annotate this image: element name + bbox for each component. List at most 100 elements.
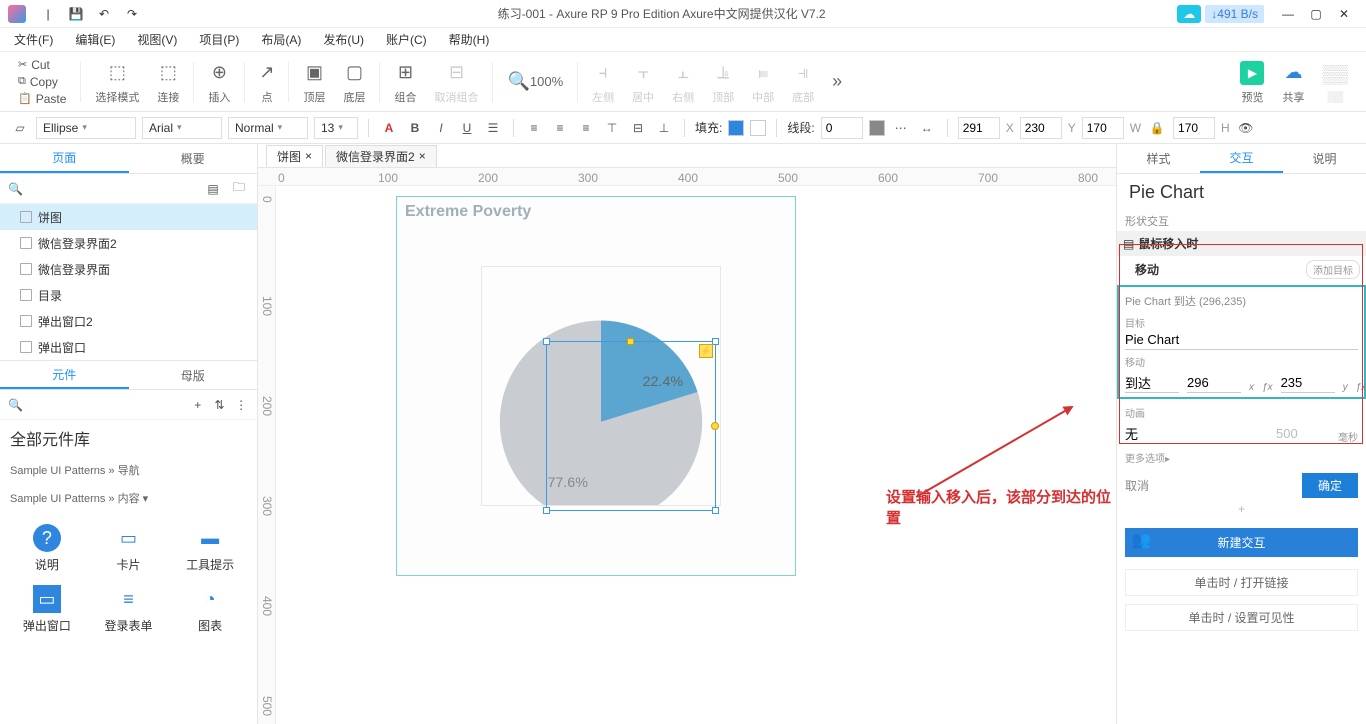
align-middle-button[interactable]: ⫢中部 (744, 59, 782, 105)
more-tools-button[interactable]: » (824, 68, 850, 96)
menu-view[interactable]: 视图(V) (133, 29, 181, 50)
cut-button[interactable]: ✂ Cut (16, 57, 68, 73)
widget-login[interactable]: ≡登录表单 (90, 581, 168, 638)
hint-click-link[interactable]: 单击时 / 打开链接 (1125, 569, 1358, 596)
anim-select[interactable] (1125, 424, 1268, 444)
save-icon[interactable]: 💾 (68, 6, 84, 22)
lib-section-1[interactable]: Sample UI Patterns » 导航 (0, 456, 257, 484)
tab-masters[interactable]: 母版 (129, 361, 258, 389)
shape-select[interactable]: Ellipse▾ (36, 117, 136, 139)
move-y-input[interactable] (1281, 373, 1335, 393)
add-target-button[interactable]: 添加目标 (1306, 260, 1360, 279)
add-folder-icon[interactable]: 🗀 (229, 179, 249, 199)
more-options-toggle[interactable]: 更多选项▸ (1125, 450, 1358, 465)
w-input[interactable] (1082, 117, 1124, 139)
add-action-icon[interactable]: + (1117, 498, 1366, 520)
visibility-icon[interactable]: 👁 (1236, 118, 1256, 138)
duration-input[interactable] (1276, 424, 1330, 444)
align-left-text[interactable]: ≡ (524, 118, 544, 138)
page-item[interactable]: 弹出窗口 (0, 334, 257, 360)
valign-bot[interactable]: ⊥ (654, 118, 674, 138)
tab-notes[interactable]: 说明 (1283, 144, 1366, 173)
bullets-button[interactable]: ☰ (483, 118, 503, 138)
widget-chart[interactable]: ◔图表 (171, 581, 249, 638)
close-icon[interactable]: ✕ (1330, 4, 1358, 24)
widget-search-input[interactable] (29, 395, 184, 415)
page-item[interactable]: 目录 (0, 282, 257, 308)
preview-button[interactable]: ▶预览 (1232, 59, 1272, 105)
lock-aspect-icon[interactable]: 🔒 (1147, 118, 1167, 138)
canvas[interactable]: Extreme Poverty 22.4% 77.6% ⚡ 设置输入 (276, 186, 1116, 724)
underline-button[interactable]: U (457, 118, 477, 138)
page-item[interactable]: 饼图 (0, 204, 257, 230)
align-right-text[interactable]: ≡ (576, 118, 596, 138)
event-mouseenter[interactable]: ▤ 鼠标移入时 (1117, 231, 1366, 256)
widget-note[interactable]: ?说明 (8, 520, 86, 577)
add-page-icon[interactable]: ▤ (203, 179, 223, 199)
menu-account[interactable]: 账户(C) (382, 29, 431, 50)
page-item[interactable]: 弹出窗口2 (0, 308, 257, 334)
align-center-button[interactable]: ⫟居中 (624, 59, 662, 105)
weight-select[interactable]: Normal▾ (228, 117, 308, 139)
tab-outline[interactable]: 概要 (129, 144, 258, 173)
connect-button[interactable]: ⬚连接 (149, 59, 187, 105)
target-select[interactable] (1125, 330, 1358, 350)
y-input[interactable] (1020, 117, 1062, 139)
select-mode-button[interactable]: ⬚选择模式 (87, 59, 147, 105)
font-select[interactable]: Arial▾ (142, 117, 222, 139)
menu-project[interactable]: 项目(P) (195, 29, 243, 50)
stroke-style[interactable]: ⋯ (891, 118, 911, 138)
page-item[interactable]: 微信登录界面 (0, 256, 257, 282)
menu-layout[interactable]: 布局(A) (257, 29, 305, 50)
group-button[interactable]: ⊞组合 (386, 59, 424, 105)
text-color-button[interactable]: A (379, 118, 399, 138)
insert-button[interactable]: ⊕插入 (200, 59, 238, 105)
tab-interactions[interactable]: 交互 (1200, 144, 1283, 173)
ok-button[interactable]: 确定 (1302, 473, 1358, 498)
align-bottom-button[interactable]: ⫣底部 (784, 59, 822, 105)
italic-button[interactable]: I (431, 118, 451, 138)
maximize-icon[interactable]: ▢ (1302, 4, 1330, 24)
library-title[interactable]: 全部元件库 (0, 420, 257, 456)
tab-style[interactable]: 样式 (1117, 144, 1200, 173)
point-button[interactable]: ↗点 (251, 59, 282, 105)
bring-front-button[interactable]: ▣顶层 (295, 59, 333, 105)
redo-icon[interactable]: ↷ (124, 6, 140, 22)
arrow-style[interactable]: ↔ (917, 118, 937, 138)
widget-card[interactable]: ▭卡片 (90, 520, 168, 577)
stroke-color[interactable] (869, 120, 885, 136)
move-type-select[interactable] (1125, 373, 1179, 393)
lib-more-icon[interactable]: ⋮ (233, 395, 249, 415)
move-x-input[interactable] (1187, 373, 1241, 393)
widget-name[interactable]: Pie Chart (1117, 174, 1366, 211)
size-select[interactable]: 13▾ (314, 117, 358, 139)
valign-top[interactable]: ⊤ (602, 118, 622, 138)
copy-button[interactable]: ⧉ Copy (16, 74, 68, 90)
doc-tab[interactable]: 微信登录界面2 × (325, 145, 437, 167)
doc-tab[interactable]: 饼图 × (266, 145, 323, 167)
new-interaction-button[interactable]: 👥新建交互 (1125, 528, 1358, 557)
zoom-control[interactable]: 🔍 100% (499, 68, 571, 96)
align-left-button[interactable]: ⫞左侧 (584, 59, 622, 105)
widget-popup[interactable]: ▭弹出窗口 (8, 581, 86, 638)
tab-pages[interactable]: 页面 (0, 144, 129, 173)
fill-color[interactable] (728, 120, 744, 136)
close-tab-icon[interactable]: × (305, 149, 312, 163)
undo-icon[interactable]: ↶ (96, 6, 112, 22)
x-input[interactable] (958, 117, 1000, 139)
menu-help[interactable]: 帮助(H) (445, 29, 494, 50)
menu-edit[interactable]: 编辑(E) (71, 29, 119, 50)
tab-widgets[interactable]: 元件 (0, 361, 129, 389)
widget-tooltip[interactable]: ▬工具提示 (171, 520, 249, 577)
fill-color-2[interactable] (750, 120, 766, 136)
align-right-button[interactable]: ⫠右侧 (664, 59, 702, 105)
h-input[interactable] (1173, 117, 1215, 139)
interaction-indicator-icon[interactable]: ⚡ (699, 344, 713, 358)
align-center-text[interactable]: ≡ (550, 118, 570, 138)
paste-button[interactable]: 📋 Paste (16, 91, 68, 107)
valign-mid[interactable]: ⊟ (628, 118, 648, 138)
align-top-button[interactable]: ⫡顶部 (704, 59, 742, 105)
close-tab-icon[interactable]: × (419, 149, 426, 163)
minimize-icon[interactable]: — (1274, 4, 1302, 24)
menu-file[interactable]: 文件(F) (10, 29, 57, 50)
